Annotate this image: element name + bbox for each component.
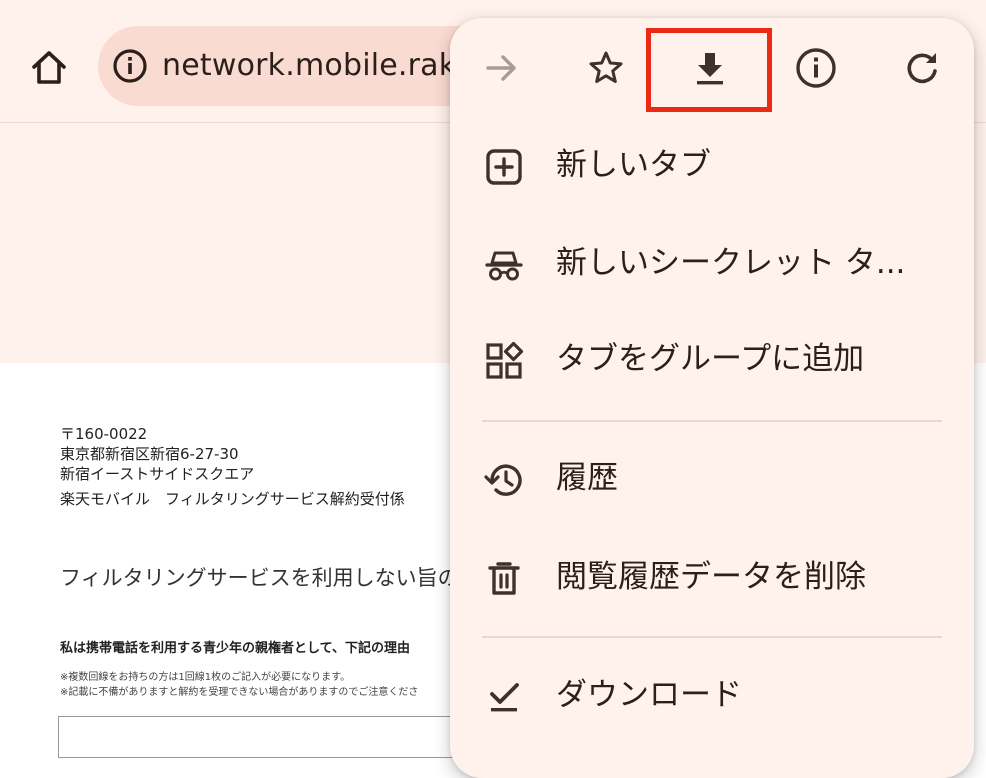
browser-overflow-menu: 新しいタブ 新しいシークレット タ... タブをグループに追加 履歴 閲覧履歴デ… [450, 18, 974, 778]
site-info-icon[interactable] [112, 48, 148, 84]
menu-divider [482, 636, 942, 638]
history-icon [484, 464, 522, 496]
form-input-box[interactable] [58, 716, 480, 758]
incognito-icon [485, 251, 523, 281]
menu-item-downloads[interactable]: ダウンロード [450, 650, 974, 740]
new-tab-icon [486, 149, 522, 185]
bookmark-button[interactable] [572, 34, 640, 102]
menu-item-label: 新しいシークレット タ... [556, 245, 906, 281]
trash-icon [488, 562, 520, 595]
menu-item-label: ダウンロード [556, 677, 742, 713]
lead-text: フィルタリングサービスを利用しない旨の [60, 566, 459, 590]
home-icon [32, 51, 66, 84]
menu-item-new-tab[interactable]: 新しいタブ [450, 120, 974, 210]
forward-button[interactable] [468, 34, 536, 102]
downloads-icon [490, 683, 519, 712]
note-line-1: ※複数回線をお持ちの方は1回線1枚のご記入が必要になります。 [60, 672, 351, 683]
menu-item-add-tab-to-group[interactable]: タブをグループに追加 [450, 314, 974, 404]
reload-button[interactable] [888, 34, 956, 102]
note-line-2: ※記載に不備がありますと解約を受理できない場合がありますのでご注意くださ [60, 687, 419, 698]
address-recipient: 楽天モバイル フィルタリングサービス解約受付係 [60, 490, 405, 508]
menu-item-new-incognito-tab[interactable]: 新しいシークレット タ... [450, 218, 974, 308]
address-building: 新宿イーストサイドスクエア [60, 465, 255, 483]
star-icon [589, 51, 623, 83]
tab-group-icon [486, 341, 524, 379]
menu-item-label: 新しいタブ [556, 147, 711, 183]
reload-icon [907, 53, 937, 84]
home-button[interactable] [20, 40, 78, 96]
info-icon [796, 48, 836, 88]
address-street: 東京都新宿区新宿6-27-30 [60, 445, 239, 463]
menu-item-label: 履歴 [556, 460, 618, 496]
menu-toolbar [450, 18, 974, 118]
menu-item-clear-browsing-data[interactable]: 閲覧履歴データを削除 [450, 532, 974, 622]
url-text: network.mobile.raku [162, 48, 475, 83]
menu-item-label: タブをグループに追加 [556, 341, 865, 377]
page-info-button[interactable] [782, 34, 850, 102]
declaration-text: 私は携帯電話を利用する青少年の親権者として、下記の理由 [60, 641, 410, 656]
menu-divider [482, 420, 942, 422]
download-highlight-frame [646, 28, 772, 112]
forward-arrow-icon [486, 55, 516, 81]
menu-item-history[interactable]: 履歴 [450, 433, 974, 523]
address-postal-code: 〒160-0022 [60, 425, 148, 443]
menu-item-label: 閲覧履歴データを削除 [556, 559, 866, 595]
